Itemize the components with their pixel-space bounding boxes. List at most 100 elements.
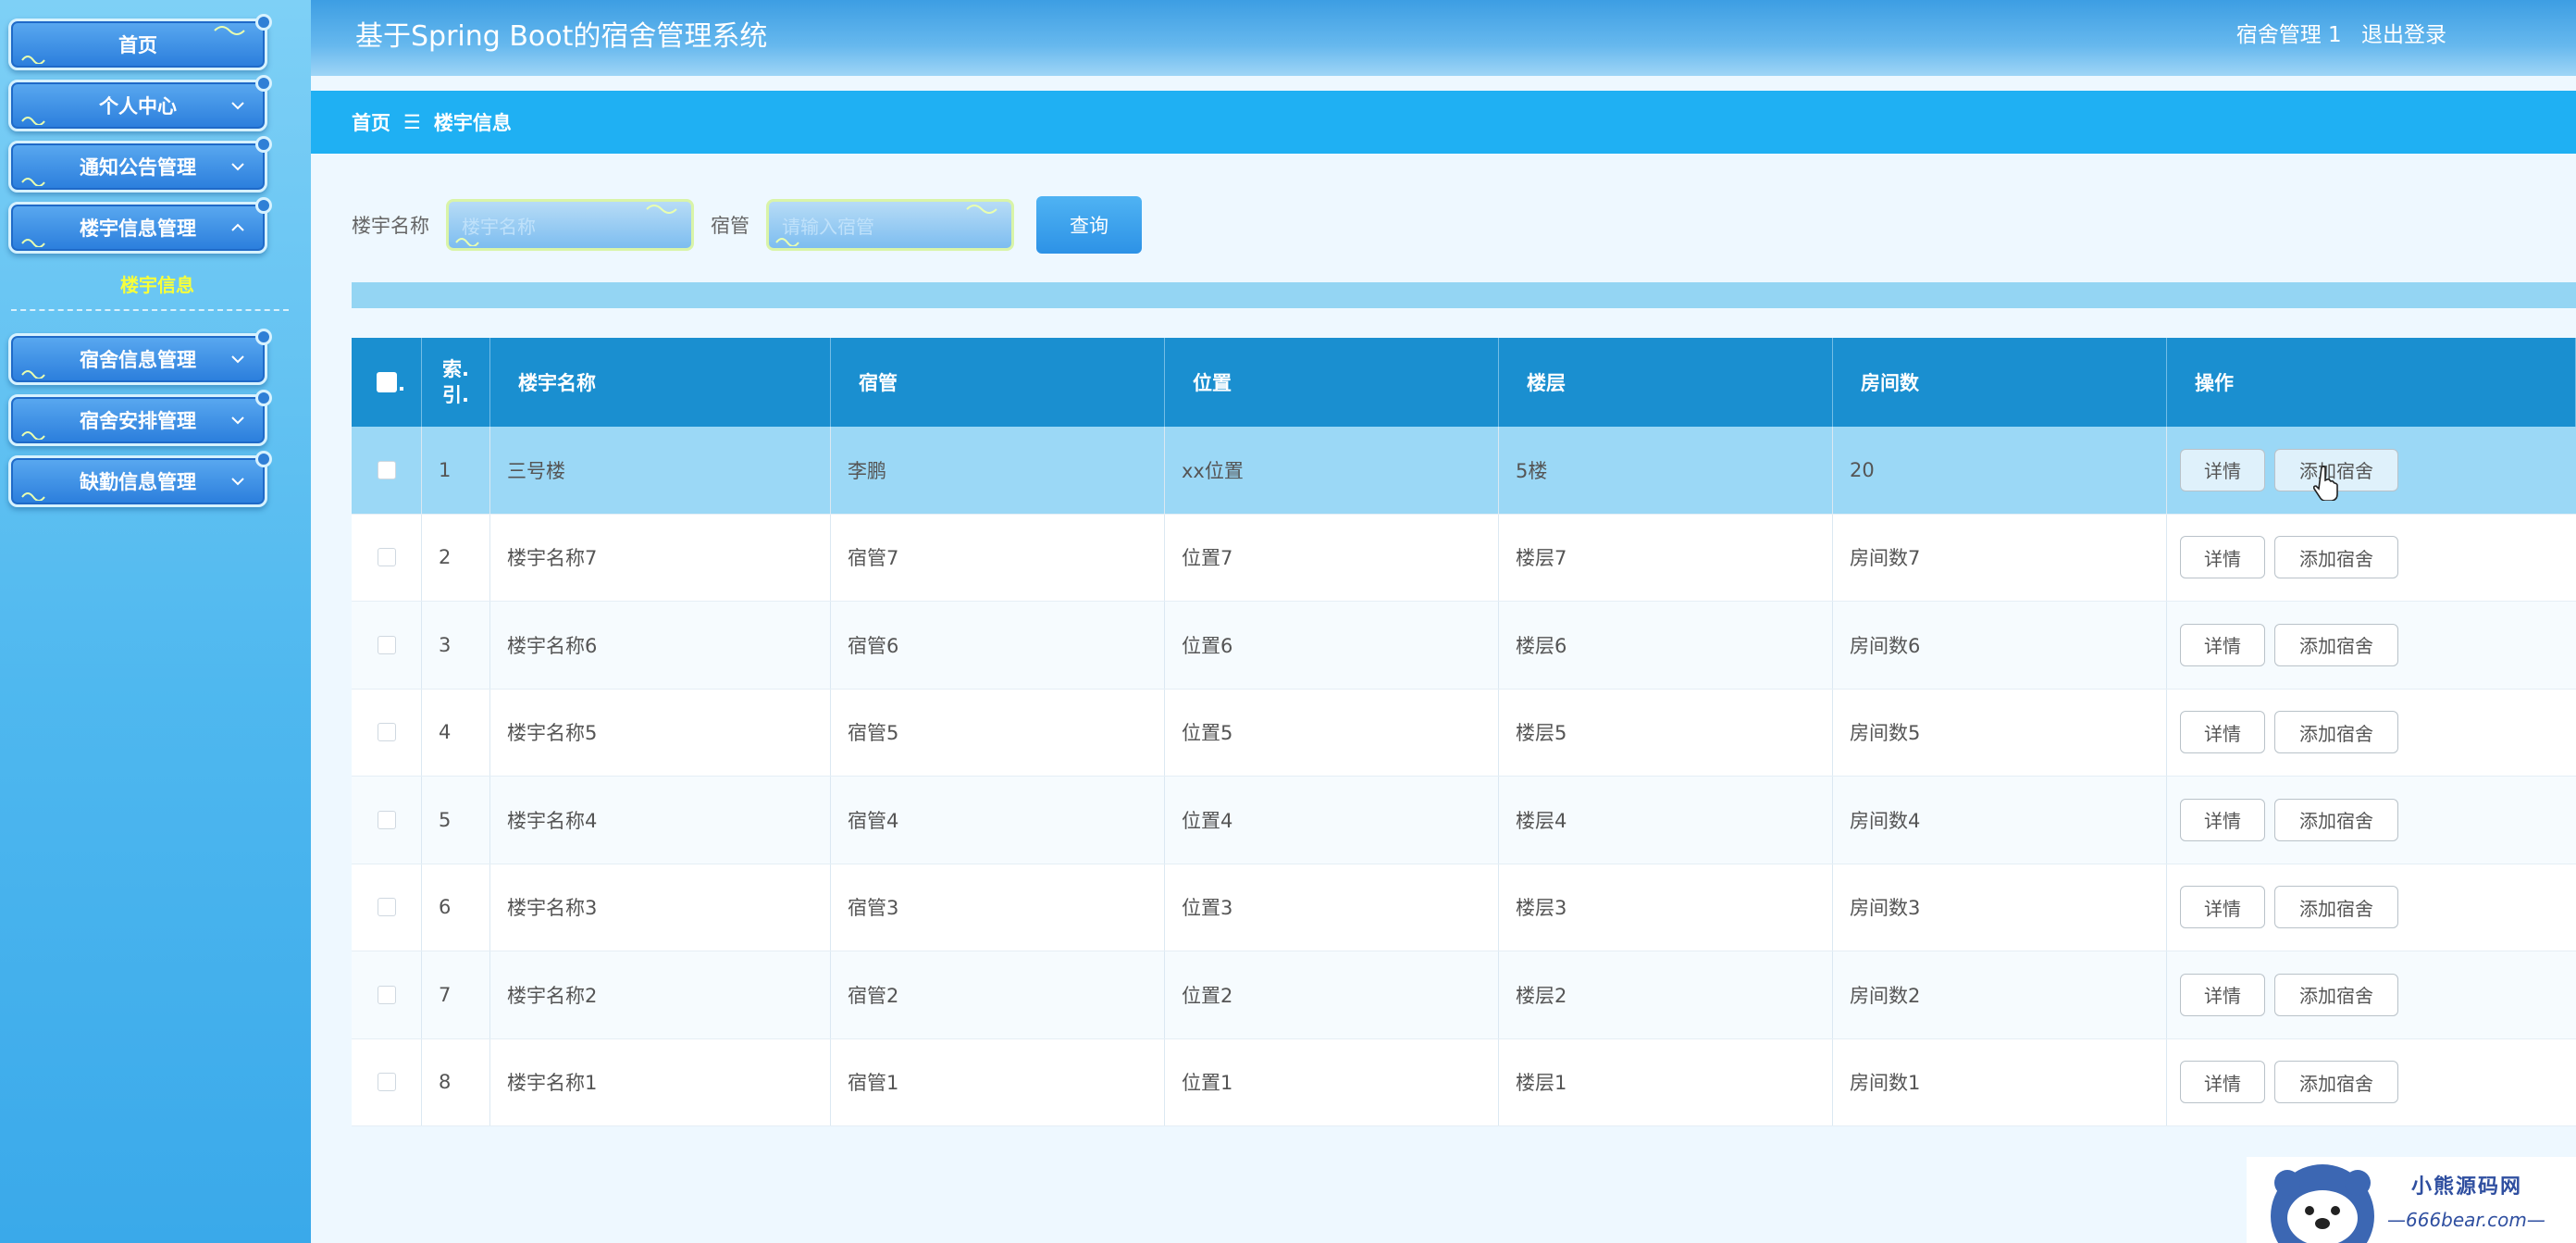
menu-notice-management-label: 通知公告管理 xyxy=(80,156,196,179)
table-row[interactable]: 5 楼宇名称4 宿管4 位置4 楼层4 房间数4 详情 添加宿舍 xyxy=(352,777,2576,864)
cell-index: 5 xyxy=(422,777,490,864)
cell-manager: 宿管7 xyxy=(831,514,1165,601)
ornament-icon xyxy=(21,431,45,440)
detail-button[interactable]: 详情 xyxy=(2180,973,2265,1016)
row-checkbox[interactable] xyxy=(377,635,396,654)
ornament-icon xyxy=(21,178,45,186)
app-title: 基于Spring Boot的宿舍管理系统 xyxy=(355,20,768,53)
cell-actions: 详情 添加宿舍 xyxy=(2167,864,2576,951)
cell-building-name: 三号楼 xyxy=(490,427,831,514)
manager-label: 宿管 xyxy=(711,215,749,237)
cell-rooms: 20 xyxy=(1833,427,2167,514)
table-row[interactable]: 6 楼宇名称3 宿管3 位置3 楼层3 房间数3 详情 添加宿舍 xyxy=(352,864,2576,951)
cell-floor: 楼层7 xyxy=(1499,514,1833,601)
add-dorm-button[interactable]: 添加宿舍 xyxy=(2274,1061,2398,1104)
cell-floor: 楼层6 xyxy=(1499,602,1833,689)
current-user: 宿舍管理 1 xyxy=(2235,23,2342,47)
chevron-up-icon xyxy=(231,223,244,231)
sidebar: 首页 个人中心 通知公告管理 楼宇信息管理 楼宇信息 宿舍信息管理 宿舍安排管理… xyxy=(0,0,311,1243)
table-row[interactable]: 1 三号楼 李鹏 xx位置 5楼 20 详情 添加宿舍 xyxy=(352,427,2576,515)
action-strip xyxy=(352,282,2576,308)
cell-index: 8 xyxy=(422,1038,490,1125)
cell-floor: 5楼 xyxy=(1499,427,1833,514)
cell-building-name: 楼宇名称5 xyxy=(490,689,831,776)
menu-building-management-label: 楼宇信息管理 xyxy=(80,218,196,240)
row-checkbox[interactable] xyxy=(377,1073,396,1092)
row-checkbox[interactable] xyxy=(377,898,396,917)
cell-floor: 楼层1 xyxy=(1499,1038,1833,1125)
add-dorm-button[interactable]: 添加宿舍 xyxy=(2274,536,2398,579)
menu-absence-management[interactable]: 缺勤信息管理 xyxy=(8,451,272,507)
query-button[interactable]: 查询 xyxy=(1036,196,1142,254)
cell-manager: 宿管3 xyxy=(831,864,1165,951)
cell-location: 位置3 xyxy=(1165,864,1499,951)
detail-button[interactable]: 详情 xyxy=(2180,448,2265,491)
row-checkbox[interactable] xyxy=(377,548,396,567)
menu-dot-icon xyxy=(255,136,272,153)
select-all-cell xyxy=(352,338,422,427)
row-checkbox[interactable] xyxy=(377,985,396,1004)
detail-button[interactable]: 详情 xyxy=(2180,623,2265,666)
select-all-checkbox[interactable] xyxy=(376,372,403,392)
add-dorm-button[interactable]: 添加宿舍 xyxy=(2274,711,2398,754)
detail-button[interactable]: 详情 xyxy=(2180,1061,2265,1104)
watermark-line1: 小熊源码网 xyxy=(2411,1175,2523,1199)
chevron-down-icon xyxy=(231,102,244,110)
menu-dorm-arrangement[interactable]: 宿舍安排管理 xyxy=(8,390,272,446)
cell-building-name: 楼宇名称4 xyxy=(490,777,831,864)
ornament-icon xyxy=(966,205,997,214)
row-check-cell xyxy=(352,951,422,1038)
menu-personal-center-label: 个人中心 xyxy=(99,95,177,118)
building-table: 索. 引. 楼宇名称 宿管 位置 楼层 房间数 操作 1 三号楼 李鹏 xx位置… xyxy=(352,338,2576,1126)
cell-manager: 李鹏 xyxy=(831,427,1165,514)
ornament-icon xyxy=(646,205,677,214)
manager-input[interactable]: 请输入宿管 xyxy=(766,199,1014,251)
menu-home-label: 首页 xyxy=(118,34,157,56)
logout-link[interactable]: 退出登录 xyxy=(2361,23,2446,47)
add-dorm-button[interactable]: 添加宿舍 xyxy=(2274,886,2398,929)
cell-floor: 楼层4 xyxy=(1499,777,1833,864)
menu-home[interactable]: 首页 xyxy=(8,14,272,70)
cell-index: 1 xyxy=(422,427,490,514)
table-row[interactable]: 7 楼宇名称2 宿管2 位置2 楼层2 房间数2 详情 添加宿舍 xyxy=(352,951,2576,1039)
detail-button[interactable]: 详情 xyxy=(2180,536,2265,579)
detail-button[interactable]: 详情 xyxy=(2180,798,2265,841)
col-index-line1: 索. xyxy=(442,358,469,380)
cell-actions: 详情 添加宿舍 xyxy=(2167,427,2576,514)
ornament-icon xyxy=(214,26,245,35)
table-row[interactable]: 4 楼宇名称5 宿管5 位置5 楼层5 房间数5 详情 添加宿舍 xyxy=(352,689,2576,777)
menu-notice-management[interactable]: 通知公告管理 xyxy=(8,136,272,193)
row-checkbox[interactable] xyxy=(377,810,396,829)
row-checkbox[interactable] xyxy=(377,460,396,479)
submenu-building-info[interactable]: 楼宇信息 xyxy=(74,270,241,297)
table-row[interactable]: 3 楼宇名称6 宿管6 位置6 楼层6 房间数6 详情 添加宿舍 xyxy=(352,602,2576,690)
col-index: 索. 引. xyxy=(422,338,490,427)
menu-building-management[interactable]: 楼宇信息管理 xyxy=(8,197,272,254)
cell-actions: 详情 添加宿舍 xyxy=(2167,602,2576,689)
col-manager: 宿管 xyxy=(831,338,1165,427)
cell-index: 3 xyxy=(422,602,490,689)
cell-actions: 详情 添加宿舍 xyxy=(2167,515,2576,602)
row-checkbox[interactable] xyxy=(377,723,396,742)
row-check-cell xyxy=(352,864,422,951)
cell-rooms: 房间数7 xyxy=(1833,514,2167,601)
add-dorm-button[interactable]: 添加宿舍 xyxy=(2274,623,2398,666)
user-area: 宿舍管理 1 退出登录 xyxy=(2223,17,2446,48)
add-dorm-button[interactable]: 添加宿舍 xyxy=(2274,798,2398,841)
menu-dorm-management[interactable]: 宿舍信息管理 xyxy=(8,329,272,385)
table-row[interactable]: 2 楼宇名称7 宿管7 位置7 楼层7 房间数7 详情 添加宿舍 xyxy=(352,514,2576,602)
cell-manager: 宿管2 xyxy=(831,951,1165,1038)
cell-location: 位置6 xyxy=(1165,602,1499,689)
breadcrumb-home[interactable]: 首页 xyxy=(352,108,390,136)
building-name-input[interactable]: 楼宇名称 xyxy=(446,199,694,251)
menu-personal-center[interactable]: 个人中心 xyxy=(8,75,272,131)
menu-dot-icon xyxy=(255,14,272,31)
table-row[interactable]: 8 楼宇名称1 宿管1 位置1 楼层1 房间数1 详情 添加宿舍 xyxy=(352,1038,2576,1126)
search-bar: 楼宇名称 楼宇名称 宿管 请输入宿管 查询 xyxy=(352,196,1142,254)
add-dorm-button[interactable]: 添加宿舍 xyxy=(2274,973,2398,1016)
detail-button[interactable]: 详情 xyxy=(2180,711,2265,754)
ornament-icon xyxy=(21,239,45,247)
menu-dot-icon xyxy=(255,197,272,214)
detail-button[interactable]: 详情 xyxy=(2180,886,2265,929)
watermark: 小熊源码网 —666bear.com— xyxy=(2247,1157,2576,1243)
